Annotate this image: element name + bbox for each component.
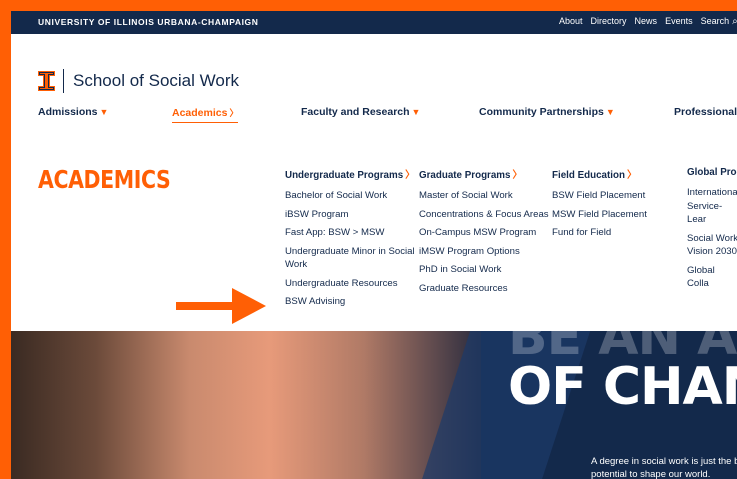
hero-subtitle-line1: A degree in social work is just the b <box>591 456 737 467</box>
utility-links: About Directory News Events Search ⌕ <box>559 16 737 27</box>
caret-down-icon: ▼ <box>605 107 615 117</box>
chevron-right-icon: 〉 <box>405 170 415 181</box>
block-i-icon <box>38 71 55 91</box>
mega-menu-title: ACADEMICS <box>38 165 171 194</box>
menu-heading-undergraduate[interactable]: Undergraduate Programs 〉 <box>285 167 415 181</box>
nav-academics[interactable]: Academics 〉 <box>172 106 239 123</box>
utility-link-about[interactable]: About <box>559 16 583 27</box>
menu-heading-graduate[interactable]: Graduate Programs 〉 <box>419 167 549 181</box>
menu-item-vision-2030[interactable]: Social Work Vision 2030 <box>687 232 737 259</box>
menu-item-global-collab[interactable]: Global Colla <box>687 264 737 291</box>
caret-down-icon: ▼ <box>411 107 421 117</box>
nav-community-label: Community Partnerships <box>479 106 604 118</box>
menu-item-bsw-advising[interactable]: BSW Advising <box>285 295 415 309</box>
menu-heading-field-education[interactable]: Field Education 〉 <box>552 167 677 181</box>
menu-item-fund-for-field[interactable]: Fund for Field <box>552 226 677 240</box>
utility-link-directory[interactable]: Directory <box>591 16 627 27</box>
menu-item-imsw[interactable]: iMSW Program Options <box>419 245 549 259</box>
logo-divider <box>63 69 64 93</box>
menu-heading-field-label: Field Education <box>552 170 625 181</box>
menu-heading-global[interactable]: Global Prog <box>687 167 737 178</box>
menu-item-phd[interactable]: PhD in Social Work <box>419 263 549 277</box>
menu-item-bsw-field[interactable]: BSW Field Placement <box>552 189 677 203</box>
menu-column-graduate: Graduate Programs 〉 Master of Social Work… <box>419 167 549 300</box>
chevron-right-icon: 〉 <box>626 170 637 181</box>
hero-subtitle: A degree in social work is just the b po… <box>591 456 737 479</box>
menu-item-msw[interactable]: Master of Social Work <box>419 189 549 203</box>
menu-item-ibsw[interactable]: iBSW Program <box>285 208 415 222</box>
caret-down-icon: ▼ <box>99 107 109 117</box>
site-logo[interactable]: School of Social Work <box>38 69 239 93</box>
menu-item-on-campus-msw[interactable]: On-Campus MSW Program <box>419 226 549 240</box>
menu-item-undergrad-resources[interactable]: Undergraduate Resources <box>285 277 415 291</box>
menu-item-graduate-resources[interactable]: Graduate Resources <box>419 282 549 296</box>
page: UNIVERSITY OF ILLINOIS URBANA-CHAMPAIGN … <box>11 11 737 479</box>
search-icon[interactable]: ⌕ <box>732 16 737 27</box>
menu-item-bsw[interactable]: Bachelor of Social Work <box>285 189 415 203</box>
chevron-right-icon: 〉 <box>512 170 523 181</box>
school-name[interactable]: School of Social Work <box>73 71 239 91</box>
nav-faculty-label: Faculty and Research <box>301 106 410 118</box>
nav-professional[interactable]: Professional E <box>674 106 737 118</box>
utility-bar: UNIVERSITY OF ILLINOIS URBANA-CHAMPAIGN … <box>11 11 737 34</box>
utility-link-search[interactable]: Search <box>701 16 730 27</box>
nav-academics-label: Academics <box>172 107 228 119</box>
main-nav: Admissions ▼ Academics 〉 Faculty and Resea… <box>11 106 737 126</box>
menu-item-concentrations[interactable]: Concentrations & Focus Areas <box>419 208 549 222</box>
chevron-right-icon: 〉 <box>229 108 239 118</box>
menu-column-global: Global Prog Internationa Service-Lear So… <box>687 167 737 296</box>
pointer-arrow-icon <box>176 288 266 324</box>
nav-professional-label: Professional E <box>674 106 737 118</box>
menu-heading-undergraduate-label: Undergraduate Programs <box>285 170 404 181</box>
menu-heading-graduate-label: Graduate Programs <box>419 170 511 181</box>
hero-subtitle-line2: potential to shape our world. <box>591 468 711 479</box>
utility-link-events[interactable]: Events <box>665 16 693 27</box>
nav-community-partnerships[interactable]: Community Partnerships ▼ <box>479 106 615 118</box>
menu-item-msw-field[interactable]: MSW Field Placement <box>552 208 677 222</box>
hero-headline-line2: OF CHANG <box>508 357 737 417</box>
university-wordmark[interactable]: UNIVERSITY OF ILLINOIS URBANA-CHAMPAIGN <box>38 17 258 27</box>
menu-column-undergraduate: Undergraduate Programs 〉 Bachelor of Soci… <box>285 167 415 314</box>
menu-item-fast-app[interactable]: Fast App: BSW > MSW <box>285 226 415 240</box>
menu-column-field-education: Field Education 〉 BSW Field Placement MSW… <box>552 167 677 245</box>
nav-admissions[interactable]: Admissions ▼ <box>38 106 108 118</box>
utility-link-news[interactable]: News <box>635 16 658 27</box>
academics-mega-menu: ACADEMICS Undergraduate Programs 〉 Bachel… <box>11 131 737 331</box>
menu-item-undergrad-minor[interactable]: Undergraduate Minor in Social Work <box>285 245 415 272</box>
menu-item-international[interactable]: Internationa Service-Lear <box>687 186 737 227</box>
nav-admissions-label: Admissions <box>38 106 98 118</box>
nav-faculty-research[interactable]: Faculty and Research ▼ <box>301 106 420 118</box>
